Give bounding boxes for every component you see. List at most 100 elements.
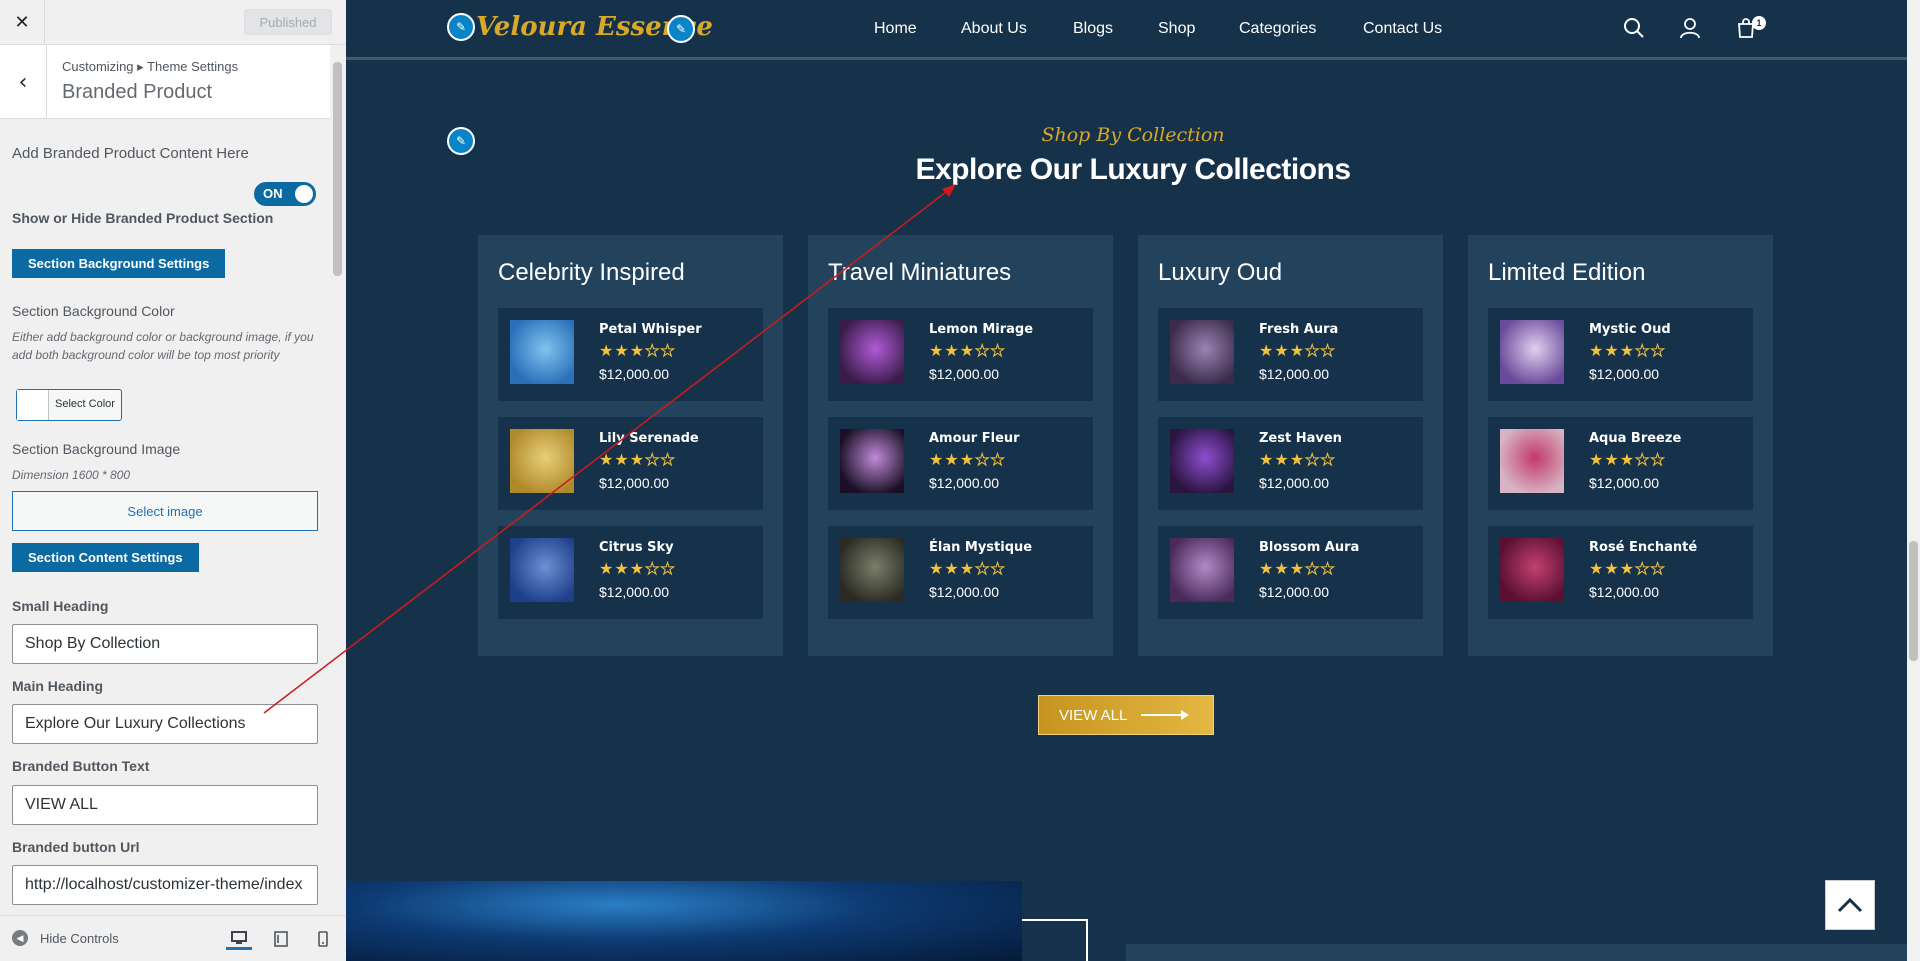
product-card[interactable]: Fresh Aura ★★★★★ $12,000.00 [1158, 308, 1423, 401]
product-name[interactable]: Rosé Enchanté [1589, 540, 1697, 555]
chevron-left-icon: ‹ [18, 69, 28, 95]
star-icon: ★ [1274, 341, 1290, 360]
product-name[interactable]: Lily Serenade [599, 431, 699, 446]
nav-home[interactable]: Home [874, 20, 917, 38]
product-name[interactable]: Zest Haven [1259, 431, 1342, 446]
product-thumbnail[interactable] [840, 320, 904, 384]
product-name[interactable]: Mystic Oud [1589, 322, 1671, 337]
close-customizer-button[interactable]: ✕ [0, 0, 45, 45]
product-card[interactable]: Élan Mystique ★★★★★ $12,000.00 [828, 526, 1093, 619]
site-scrollbar-thumb[interactable] [1909, 541, 1918, 661]
nav-blogs[interactable]: Blogs [1073, 20, 1113, 38]
button-text-input[interactable]: VIEW ALL [12, 785, 318, 825]
product-card[interactable]: Lily Serenade ★★★★★ $12,000.00 [498, 417, 763, 510]
edit-logo-pen-icon[interactable]: ✎ [447, 13, 475, 41]
bg-image-description: Dimension 1600 * 800 [12, 468, 131, 482]
product-thumbnail[interactable] [510, 320, 574, 384]
back-to-top-button[interactable] [1825, 880, 1875, 930]
star-rating: ★★★★★ [599, 450, 676, 470]
back-button[interactable]: ‹ [0, 45, 47, 119]
view-all-button[interactable]: VIEW ALL [1038, 695, 1214, 735]
star-icon: ★ [645, 341, 661, 361]
star-icon: ★ [1320, 341, 1336, 361]
edit-logo-pen-icon-2[interactable]: ✎ [667, 15, 695, 43]
product-price: $12,000.00 [1259, 584, 1330, 600]
product-card[interactable]: Citrus Sky ★★★★★ $12,000.00 [498, 526, 763, 619]
main-heading-input[interactable]: Explore Our Luxury Collections [12, 704, 318, 744]
collection-title[interactable]: Luxury Oud [1158, 259, 1282, 287]
product-thumbnail[interactable] [1500, 538, 1564, 602]
product-name[interactable]: Amour Fleur [929, 431, 1020, 446]
star-icon: ★ [1635, 450, 1651, 470]
product-card[interactable]: Blossom Aura ★★★★★ $12,000.00 [1158, 526, 1423, 619]
panel-scrollbar-thumb[interactable] [333, 62, 342, 276]
site-preview: ✎ Veloura Essence ✎ Home About Us Blogs … [346, 0, 1920, 961]
nav-shop[interactable]: Shop [1158, 20, 1195, 38]
collection-title[interactable]: Celebrity Inspired [498, 259, 685, 287]
product-name[interactable]: Citrus Sky [599, 540, 674, 555]
product-card[interactable]: Aqua Breeze ★★★★★ $12,000.00 [1488, 417, 1753, 510]
search-icon[interactable] [1622, 16, 1646, 40]
background-settings-button[interactable]: Section Background Settings [12, 249, 226, 278]
mobile-preview-button[interactable] [310, 928, 336, 950]
product-thumbnail[interactable] [1170, 429, 1234, 493]
button-url-input[interactable]: http://localhost/customizer-theme/index [12, 865, 318, 905]
product-thumbnail[interactable] [840, 538, 904, 602]
star-icon: ★ [599, 341, 615, 360]
user-icon[interactable] [1678, 16, 1702, 40]
nav-categories[interactable]: Categories [1239, 20, 1316, 38]
product-thumbnail[interactable] [840, 429, 904, 493]
product-thumbnail[interactable] [510, 429, 574, 493]
star-icon: ★ [1259, 559, 1275, 578]
star-icon: ★ [944, 450, 960, 469]
desktop-preview-button[interactable] [226, 928, 252, 950]
product-card[interactable]: Lemon Mirage ★★★★★ $12,000.00 [828, 308, 1093, 401]
published-button[interactable]: Published [244, 9, 332, 35]
star-rating: ★★★★★ [1259, 450, 1336, 470]
star-icon: ★ [645, 450, 661, 470]
site-scrollbar[interactable] [1907, 0, 1920, 961]
product-name[interactable]: Élan Mystique [929, 540, 1032, 555]
star-icon: ★ [959, 341, 976, 360]
content-settings-button[interactable]: Section Content Settings [12, 543, 199, 572]
star-icon: ★ [629, 559, 646, 578]
product-thumbnail[interactable] [1500, 320, 1564, 384]
star-icon: ★ [614, 341, 630, 360]
select-image-button[interactable]: Select image [12, 491, 318, 531]
product-card[interactable]: Mystic Oud ★★★★★ $12,000.00 [1488, 308, 1753, 401]
collection-title[interactable]: Travel Miniatures [828, 259, 1011, 287]
star-icon: ★ [959, 559, 976, 578]
product-card[interactable]: Amour Fleur ★★★★★ $12,000.00 [828, 417, 1093, 510]
site-header: ✎ Veloura Essence ✎ Home About Us Blogs … [346, 0, 1920, 60]
nav-about-us[interactable]: About Us [961, 20, 1027, 38]
star-icon: ★ [1650, 450, 1666, 470]
show-section-toggle[interactable]: ON [254, 182, 316, 206]
product-name[interactable]: Lemon Mirage [929, 322, 1033, 337]
bg-color-description: Either add background color or backgroun… [12, 330, 314, 362]
tablet-preview-button[interactable] [268, 928, 294, 950]
select-color-button[interactable]: Select Color [16, 389, 122, 421]
star-icon: ★ [990, 450, 1006, 470]
button-url-label: Branded button Url [12, 839, 140, 855]
star-rating: ★★★★★ [929, 341, 1006, 361]
intro-title: Add Branded Product Content Here [12, 145, 249, 162]
product-card[interactable]: Zest Haven ★★★★★ $12,000.00 [1158, 417, 1423, 510]
product-thumbnail[interactable] [1170, 538, 1234, 602]
hide-controls-button[interactable]: ◀ Hide Controls [12, 930, 119, 946]
star-icon: ★ [1320, 450, 1336, 470]
star-icon: ★ [1289, 559, 1306, 578]
small-heading-input[interactable]: Shop By Collection [12, 624, 318, 664]
product-thumbnail[interactable] [510, 538, 574, 602]
smoke-banner-image [346, 881, 1022, 961]
product-name[interactable]: Blossom Aura [1259, 540, 1359, 555]
product-thumbnail[interactable] [1500, 429, 1564, 493]
product-card[interactable]: Rosé Enchanté ★★★★★ $12,000.00 [1488, 526, 1753, 619]
product-name[interactable]: Petal Whisper [599, 322, 702, 337]
product-thumbnail[interactable] [1170, 320, 1234, 384]
close-icon: ✕ [14, 12, 30, 33]
product-name[interactable]: Fresh Aura [1259, 322, 1338, 337]
product-name[interactable]: Aqua Breeze [1589, 431, 1681, 446]
collection-title[interactable]: Limited Edition [1488, 259, 1645, 287]
product-card[interactable]: Petal Whisper ★★★★★ $12,000.00 [498, 308, 763, 401]
nav-contact-us[interactable]: Contact Us [1363, 20, 1442, 38]
